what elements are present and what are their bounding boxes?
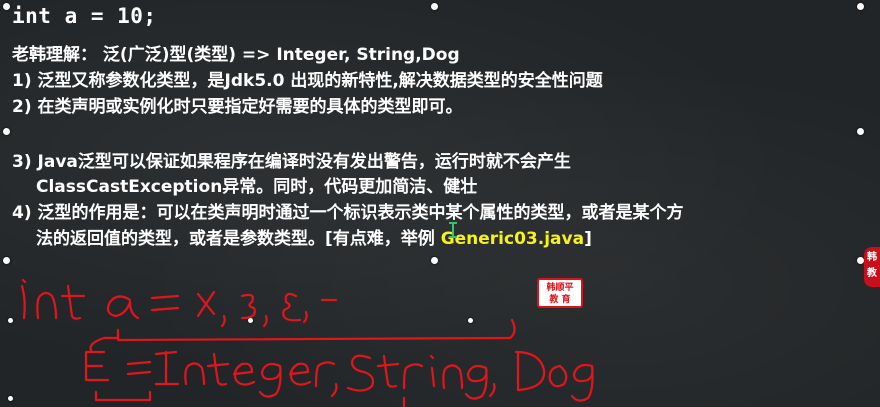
handwriting-annotation bbox=[20, 278, 594, 407]
